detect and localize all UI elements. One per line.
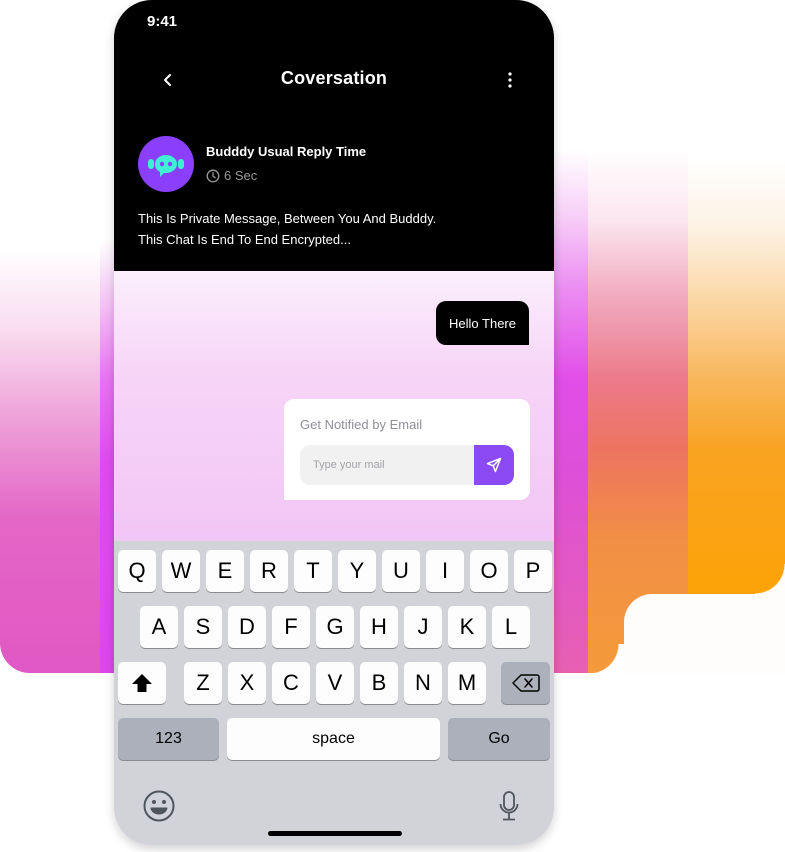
status-bar-time: 9:41 — [147, 13, 178, 30]
more-options-button[interactable] — [502, 68, 518, 92]
space-key[interactable]: space — [227, 718, 440, 760]
emoji-icon — [143, 790, 175, 822]
home-indicator[interactable] — [268, 831, 402, 836]
page-title: Coversation — [280, 68, 388, 88]
key-o[interactable]: O — [470, 550, 508, 592]
go-key[interactable]: Go — [448, 718, 550, 760]
key-j[interactable]: J — [404, 606, 442, 648]
background-notch-corner — [755, 564, 785, 594]
private-notice-line-1: This Is Private Message, Between You And… — [138, 211, 437, 226]
backspace-key[interactable] — [501, 662, 550, 704]
email-send-button[interactable] — [474, 445, 514, 485]
key-v[interactable]: V — [316, 662, 354, 704]
clock-icon — [206, 169, 220, 182]
reply-time-value-row: 6 Sec — [206, 168, 257, 183]
key-i[interactable]: I — [426, 550, 464, 592]
key-w[interactable]: W — [162, 550, 200, 592]
key-h[interactable]: H — [360, 606, 398, 648]
numbers-key[interactable]: 123 — [118, 718, 219, 760]
email-input[interactable] — [300, 445, 474, 485]
more-vertical-icon — [508, 72, 512, 88]
key-b[interactable]: B — [360, 662, 398, 704]
key-r[interactable]: R — [250, 550, 288, 592]
emoji-button[interactable] — [142, 789, 176, 827]
key-t[interactable]: T — [294, 550, 332, 592]
key-g[interactable]: G — [316, 606, 354, 648]
email-notify-label: Get Notified by Email — [300, 417, 423, 432]
private-message-notice: This Is Private Message, Between You And… — [138, 208, 436, 250]
email-notify-card: Get Notified by Email — [284, 399, 530, 500]
backspace-icon — [511, 674, 540, 692]
key-c[interactable]: C — [272, 662, 310, 704]
key-y[interactable]: Y — [338, 550, 376, 592]
key-q[interactable]: Q — [118, 550, 156, 592]
background-notch-cutout — [624, 594, 785, 673]
microphone-icon — [499, 791, 519, 821]
phone-mockup: 9:41 Coversation Budddy Usual Reply Time… — [114, 0, 554, 845]
key-s[interactable]: S — [184, 606, 222, 648]
gradient-column-pink — [0, 0, 100, 673]
key-x[interactable]: X — [228, 662, 266, 704]
gradient-column-magenta-right — [550, 0, 588, 673]
key-f[interactable]: F — [272, 606, 310, 648]
key-z[interactable]: Z — [184, 662, 222, 704]
reply-time-value: 6 Sec — [224, 168, 258, 183]
background-corner-cut — [589, 644, 624, 673]
shift-key[interactable] — [118, 662, 166, 704]
key-l[interactable]: L — [492, 606, 530, 648]
shift-icon — [132, 674, 152, 692]
key-d[interactable]: D — [228, 606, 266, 648]
key-n[interactable]: N — [404, 662, 442, 704]
key-m[interactable]: M — [448, 662, 486, 704]
on-screen-keyboard: QWERTYUIOP ASDFGHJKL ZXCVBNM 123 space G… — [114, 541, 554, 845]
gradient-column-coral — [588, 0, 688, 673]
conversation-header: 9:41 Coversation Budddy Usual Reply Time… — [114, 0, 554, 271]
key-p[interactable]: P — [514, 550, 552, 592]
key-a[interactable]: A — [140, 606, 178, 648]
bot-chat-icon — [148, 155, 184, 177]
bot-avatar — [138, 136, 194, 192]
private-notice-line-2: This Chat Is End To End Encrypted... — [138, 232, 351, 247]
key-k[interactable]: K — [448, 606, 486, 648]
message-bubble-user: Hello There — [436, 301, 529, 345]
microphone-button[interactable] — [498, 789, 520, 827]
send-icon — [486, 457, 502, 473]
key-u[interactable]: U — [382, 550, 420, 592]
reply-time-title: Budddy Usual Reply Time — [206, 144, 367, 159]
key-e[interactable]: E — [206, 550, 244, 592]
